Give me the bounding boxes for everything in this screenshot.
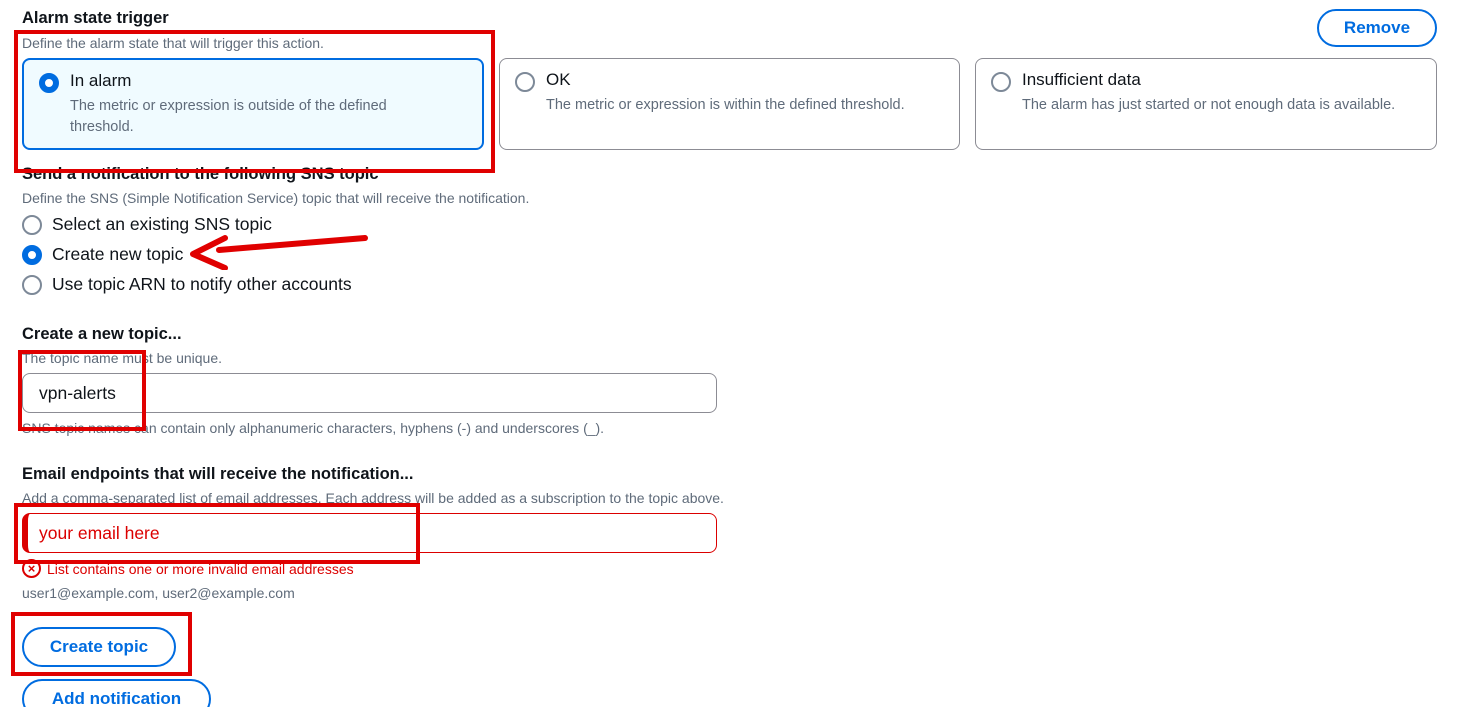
email-hint: user1@example.com, user2@example.com [22, 585, 295, 601]
ok-radio[interactable] [515, 72, 535, 92]
annotation-box-alarm-state [14, 30, 495, 173]
sns-option-label: Use topic ARN to notify other accounts [52, 274, 352, 294]
email-title: Email endpoints that will receive the no… [22, 465, 414, 483]
annotation-box-create-topic [11, 612, 192, 676]
sns-option-topic-arn[interactable]: Use topic ARN to notify other accounts [22, 274, 352, 295]
sns-description: Define the SNS (Simple Notification Serv… [22, 190, 530, 206]
new-topic-title: Create a new topic... [22, 325, 182, 343]
state-tile-insufficient-data[interactable]: Insufficient data The alarm has just sta… [975, 58, 1437, 150]
insufficient-data-radio[interactable] [991, 72, 1011, 92]
state-tile-ok[interactable]: OK The metric or expression is within th… [499, 58, 960, 150]
state-tile-label: OK [546, 70, 571, 89]
alarm-state-title: Alarm state trigger [22, 9, 169, 27]
create-new-topic-radio[interactable] [22, 244, 42, 265]
add-notification-button[interactable]: Add notification [22, 679, 211, 707]
annotation-arrow-icon [190, 235, 368, 270]
annotation-box-email [14, 503, 420, 564]
state-tile-label: Insufficient data [1022, 70, 1141, 89]
topic-arn-radio[interactable] [22, 274, 42, 295]
state-tile-description: The alarm has just started or not enough… [1022, 97, 1396, 113]
sns-option-label: Create new topic [52, 244, 184, 264]
remove-button[interactable]: Remove [1317, 9, 1437, 47]
sns-option-create-new[interactable]: Create new topic [22, 244, 183, 265]
existing-topic-radio[interactable] [22, 214, 42, 235]
state-tile-description: The metric or expression is within the d… [546, 97, 905, 113]
annotation-box-topic-name [18, 350, 146, 431]
